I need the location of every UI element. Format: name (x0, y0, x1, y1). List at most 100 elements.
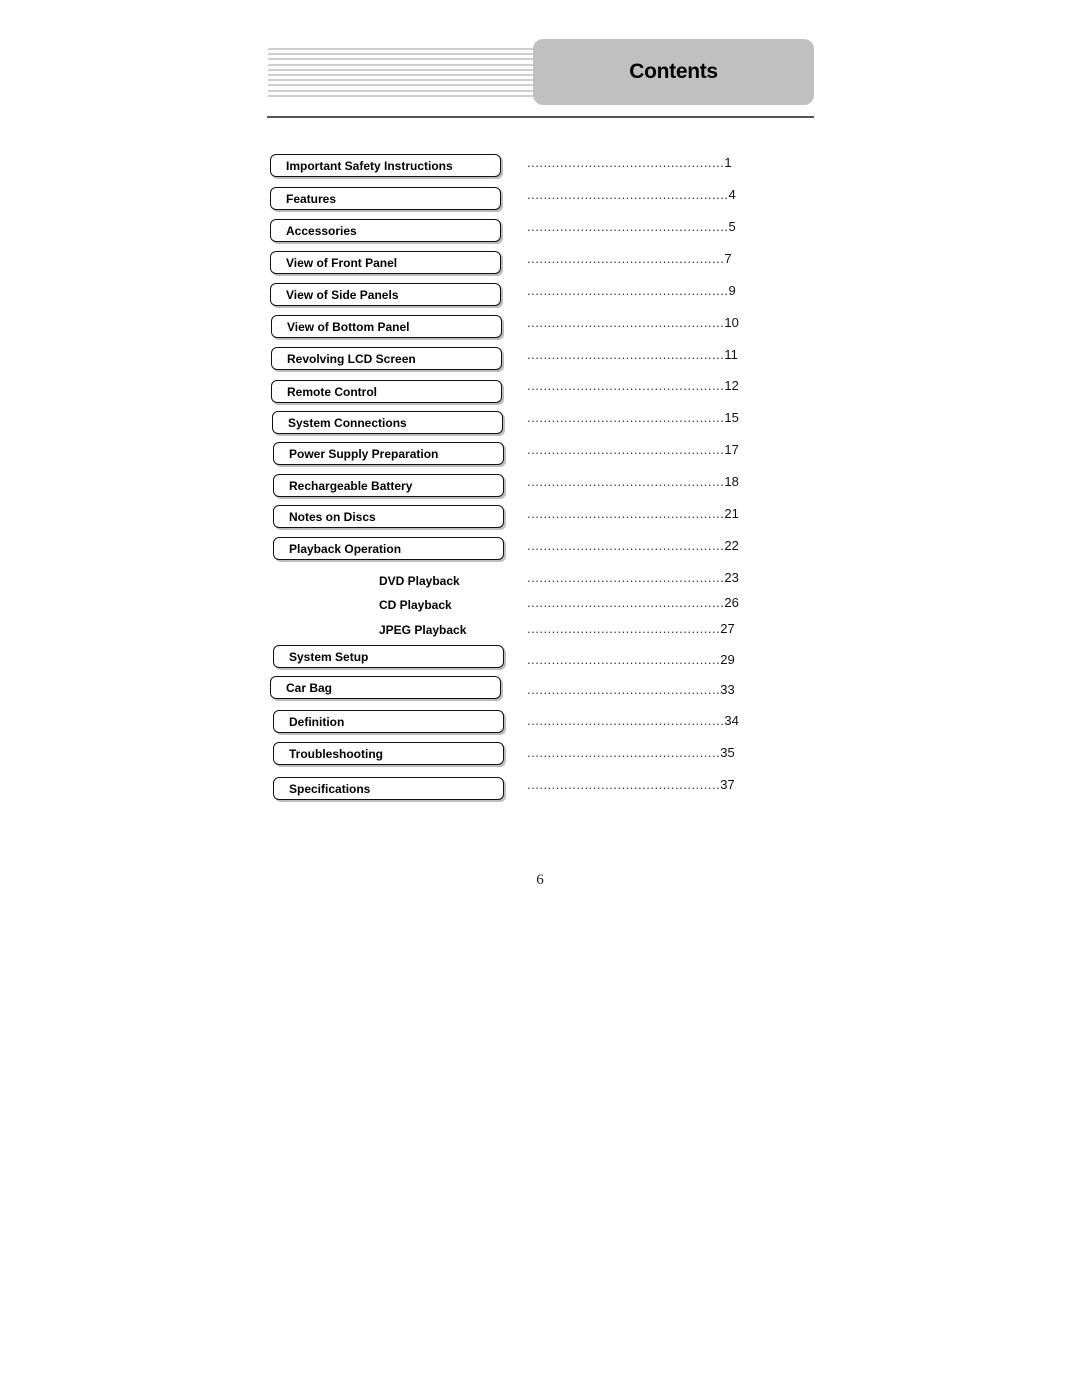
toc-entry-box[interactable]: View of Bottom Panel (271, 315, 502, 338)
toc-entry-label: Important Safety Instructions (286, 158, 453, 173)
toc-leader: ........................................… (527, 652, 735, 667)
toc-page-number: 1 (724, 155, 732, 170)
toc-leader-dots: ........................................… (527, 155, 725, 170)
toc-entry-box[interactable]: Playback Operation (273, 537, 504, 560)
toc-entry-box[interactable]: Remote Control (271, 380, 502, 403)
toc-leader: ........................................… (527, 621, 735, 636)
toc-entry-label: View of Side Panels (286, 287, 399, 302)
toc-entry-label: Car Bag (286, 680, 333, 695)
toc-leader: ........................................… (527, 378, 739, 393)
toc-leader-dots: ........................................… (527, 538, 725, 553)
toc-entry-box[interactable]: Rechargeable Battery (273, 474, 504, 497)
toc-page-number: 11 (724, 347, 738, 362)
toc-page-number: 35 (720, 745, 735, 760)
toc-page-number: 17 (724, 442, 739, 457)
toc-leader-dots: ........................................… (527, 442, 725, 457)
header-stripe (268, 84, 536, 87)
toc-leader-dots: ........................................… (527, 595, 725, 610)
toc-leader: ........................................… (527, 745, 735, 760)
toc-entry-box[interactable]: Power Supply Preparation (273, 442, 504, 465)
toc-leader: ........................................… (527, 251, 732, 266)
toc-leader: ........................................… (527, 777, 735, 792)
toc-entry-label: Notes on Discs (289, 509, 376, 524)
toc-entry-box[interactable]: Definition (273, 710, 504, 733)
toc-leader-dots: ........................................… (527, 410, 725, 425)
toc-leader-dots: ........................................… (527, 682, 721, 697)
toc-entry-box[interactable]: Specifications (273, 777, 504, 800)
toc-entry-box[interactable]: Car Bag (270, 676, 501, 699)
toc-leader: ........................................… (527, 155, 732, 170)
toc-leader: ........................................… (527, 713, 739, 728)
toc-leader-dots: ........................................… (527, 251, 725, 266)
toc-leader-dots: ........................................… (527, 347, 725, 362)
toc-subentry-label[interactable]: JPEG Playback (379, 623, 466, 637)
toc-leader: ........................................… (527, 506, 739, 521)
toc-entry-label: Revolving LCD Screen (287, 351, 416, 366)
header-stripes-decoration (268, 48, 536, 98)
toc-entry-label: View of Bottom Panel (287, 319, 410, 334)
toc-leader: ........................................… (527, 595, 739, 610)
toc-entry-box[interactable]: Features (270, 187, 501, 210)
toc-leader: ........................................… (527, 442, 739, 457)
toc-entry-box[interactable]: Accessories (270, 219, 501, 242)
header-stripe (268, 53, 536, 56)
header-stripe (268, 79, 536, 82)
toc-leader: ........................................… (527, 347, 738, 362)
toc-leader-dots: ........................................… (527, 315, 725, 330)
toc-entry-box[interactable]: Revolving LCD Screen (271, 347, 502, 370)
toc-page-number: 9 (728, 283, 736, 298)
toc-page-number: 34 (724, 713, 739, 728)
toc-page-number: 12 (724, 378, 739, 393)
toc-entry-label: Playback Operation (289, 541, 402, 556)
toc-subentry-label[interactable]: DVD Playback (379, 574, 460, 588)
toc-leader-dots: ........................................… (527, 219, 729, 234)
toc-entry-label: System Connections (288, 415, 407, 430)
header-stripe (268, 94, 536, 97)
toc-leader-dots: ........................................… (527, 745, 721, 760)
header-stripe (268, 74, 536, 76)
toc-entry-label: Definition (289, 714, 345, 729)
toc-entry-label: Remote Control (287, 384, 377, 399)
toc-leader-dots: ........................................… (527, 652, 721, 667)
header-stripe (268, 58, 536, 61)
toc-page-number: 22 (724, 538, 739, 553)
toc-page-number: 29 (720, 652, 735, 667)
header-tab: Contents (533, 39, 814, 105)
page-title: Contents (629, 60, 718, 83)
toc-page-number: 33 (720, 682, 735, 697)
toc-leader: ........................................… (527, 283, 736, 298)
toc-leader-dots: ........................................… (527, 474, 725, 489)
toc-page-number: 23 (724, 570, 739, 585)
toc-page-number: 7 (724, 251, 732, 266)
toc-page-number: 27 (720, 621, 735, 636)
header-divider (267, 116, 814, 118)
toc-leader-dots: ........................................… (527, 187, 729, 202)
toc-entry-box[interactable]: Troubleshooting (273, 742, 504, 765)
toc-page-number: 15 (724, 410, 739, 425)
toc-entry-label: Power Supply Preparation (289, 446, 439, 461)
toc-entry-label: View of Front Panel (286, 255, 398, 270)
toc-entry-label: Troubleshooting (289, 746, 383, 761)
toc-leader: ........................................… (527, 219, 736, 234)
toc-leader: ........................................… (527, 474, 739, 489)
toc-entry-label: System Setup (289, 649, 369, 664)
toc-subentry-label[interactable]: CD Playback (379, 598, 452, 612)
toc-page-number: 18 (724, 474, 739, 489)
toc-leader: ........................................… (527, 538, 739, 553)
header-stripe (268, 63, 536, 66)
toc-entry-box[interactable]: Notes on Discs (273, 505, 504, 528)
toc-page-number: 26 (724, 595, 739, 610)
toc-entry-box[interactable]: Important Safety Instructions (270, 154, 501, 177)
toc-leader: ........................................… (527, 315, 739, 330)
toc-leader-dots: ........................................… (527, 777, 721, 792)
toc-leader-dots: ........................................… (527, 570, 725, 585)
toc-entry-box[interactable]: System Setup (273, 645, 504, 668)
toc-entry-box[interactable]: View of Front Panel (270, 251, 501, 274)
toc-leader-dots: ........................................… (527, 506, 725, 521)
toc-entry-box[interactable]: View of Side Panels (270, 283, 501, 306)
toc-leader: ........................................… (527, 187, 736, 202)
header-stripe (268, 89, 536, 92)
header-stripe (268, 48, 536, 50)
toc-entry-box[interactable]: System Connections (272, 411, 503, 434)
header-stripe (268, 68, 536, 71)
